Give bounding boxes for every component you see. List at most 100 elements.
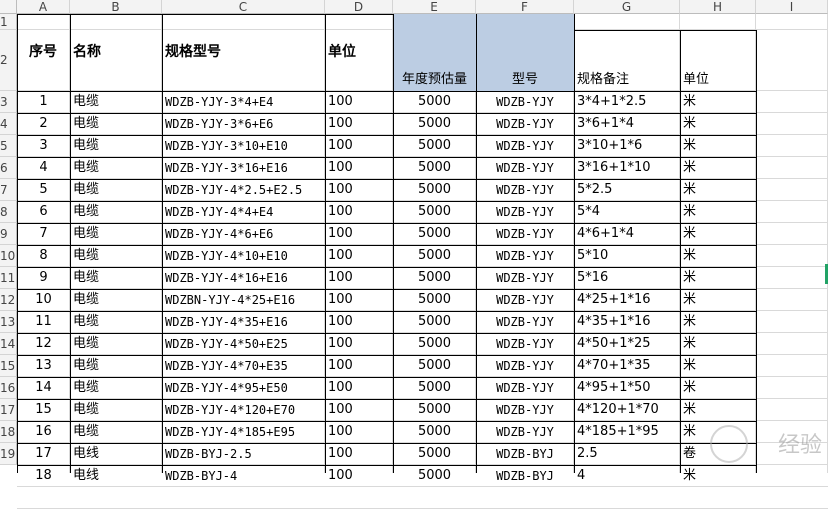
table-cell-seq[interactable]: 8 <box>17 245 70 267</box>
table-cell-model[interactable]: WDZB-BYJ <box>476 465 574 487</box>
spreadsheet-grid[interactable]: A B C D E F G H I 1 2 3 4 5 6 7 8 9 10 11 12 13 14 15 16 17 18 19 序号… <box>0 0 828 509</box>
header-spec-model[interactable]: 规格型号 <box>162 30 325 74</box>
table-cell-estimate[interactable]: 5000 <box>393 245 476 267</box>
row-header-12[interactable]: 12 <box>0 289 17 311</box>
table-cell-model[interactable]: WDZB-YJY <box>476 223 574 245</box>
row-header-3[interactable]: 3 <box>0 91 17 113</box>
table-cell-seq[interactable]: 17 <box>17 443 70 465</box>
table-cell-model[interactable]: WDZB-BYJ <box>476 443 574 465</box>
row-header-6[interactable]: 6 <box>0 157 17 179</box>
table-cell-qty[interactable]: 100 <box>325 443 393 465</box>
table-cell-name[interactable]: 电缆 <box>70 91 162 113</box>
table-cell-name[interactable]: 电缆 <box>70 311 162 333</box>
table-cell-qty[interactable]: 100 <box>325 91 393 113</box>
table-cell-spec[interactable]: WDZB-BYJ-4 <box>162 465 325 487</box>
table-cell-qty[interactable]: 100 <box>325 157 393 179</box>
column-header-f[interactable]: F <box>476 0 574 14</box>
column-header-c[interactable]: C <box>162 0 325 14</box>
table-cell-qty[interactable]: 100 <box>325 311 393 333</box>
table-cell-name[interactable]: 电缆 <box>70 179 162 201</box>
table-cell-model[interactable]: WDZB-YJY <box>476 311 574 333</box>
table-cell-seq[interactable]: 10 <box>17 289 70 311</box>
table-cell-estimate[interactable]: 5000 <box>393 333 476 355</box>
column-header-h[interactable]: H <box>680 0 756 14</box>
row-header-7[interactable]: 7 <box>0 179 17 201</box>
table-cell-seq[interactable]: 13 <box>17 355 70 377</box>
table-cell-model[interactable]: WDZB-YJY <box>476 333 574 355</box>
table-cell-model[interactable]: WDZB-YJY <box>476 355 574 377</box>
table-cell-qty[interactable]: 100 <box>325 399 393 421</box>
table-cell-seq[interactable]: 11 <box>17 311 70 333</box>
table-cell-seq[interactable]: 15 <box>17 399 70 421</box>
table-cell-seq[interactable]: 5 <box>17 179 70 201</box>
table-cell-spec[interactable]: WDZB-YJY-4*16+E16 <box>162 267 325 289</box>
table-cell-unit[interactable]: 米 <box>680 289 756 311</box>
header-model[interactable]: 型号 <box>476 70 574 90</box>
table-cell-unit[interactable]: 米 <box>680 135 756 157</box>
row-header-16[interactable]: 16 <box>0 377 17 399</box>
table-cell-name[interactable]: 电缆 <box>70 377 162 399</box>
row-header-13[interactable]: 13 <box>0 311 17 333</box>
row-header-9[interactable]: 9 <box>0 223 17 245</box>
table-cell-estimate[interactable]: 5000 <box>393 201 476 223</box>
table-cell-note[interactable]: 4 <box>574 465 680 487</box>
row-header-17[interactable]: 17 <box>0 399 17 421</box>
table-cell-spec[interactable]: WDZB-YJY-4*2.5+E2.5 <box>162 179 325 201</box>
column-header-i[interactable]: I <box>756 0 828 14</box>
table-cell-spec[interactable]: WDZB-YJY-4*6+E6 <box>162 223 325 245</box>
table-cell-estimate[interactable]: 5000 <box>393 157 476 179</box>
table-cell-note[interactable]: 4*25+1*16 <box>574 289 680 311</box>
table-cell-note[interactable]: 5*2.5 <box>574 179 680 201</box>
table-cell-model[interactable]: WDZB-YJY <box>476 399 574 421</box>
row-header-14[interactable]: 14 <box>0 333 17 355</box>
table-cell-note[interactable]: 4*185+1*95 <box>574 421 680 443</box>
table-cell-seq[interactable]: 7 <box>17 223 70 245</box>
table-cell-spec[interactable]: WDZB-YJY-3*4+E4 <box>162 91 325 113</box>
table-cell-spec[interactable]: WDZB-YJY-3*16+E16 <box>162 157 325 179</box>
table-cell-note[interactable]: 2.5 <box>574 443 680 465</box>
table-cell-qty[interactable]: 100 <box>325 355 393 377</box>
table-cell-name[interactable]: 电缆 <box>70 421 162 443</box>
table-cell-model[interactable]: WDZB-YJY <box>476 179 574 201</box>
row-header-4[interactable]: 4 <box>0 113 17 135</box>
row-header-10[interactable]: 10 <box>0 245 17 267</box>
table-cell-qty[interactable]: 100 <box>325 377 393 399</box>
table-cell-unit[interactable]: 米 <box>680 311 756 333</box>
table-cell-name[interactable]: 电缆 <box>70 113 162 135</box>
table-cell-note[interactable]: 5*16 <box>574 267 680 289</box>
table-cell-estimate[interactable]: 5000 <box>393 355 476 377</box>
table-cell-qty[interactable]: 100 <box>325 465 393 487</box>
table-cell-seq[interactable]: 2 <box>17 113 70 135</box>
table-cell-unit[interactable]: 米 <box>680 245 756 267</box>
table-cell-qty[interactable]: 100 <box>325 421 393 443</box>
table-cell-note[interactable]: 5*4 <box>574 201 680 223</box>
table-cell-unit[interactable]: 米 <box>680 91 756 113</box>
table-cell-seq[interactable]: 9 <box>17 267 70 289</box>
column-header-b[interactable]: B <box>70 0 162 14</box>
table-cell-spec[interactable]: WDZB-YJY-4*4+E4 <box>162 201 325 223</box>
table-cell-name[interactable]: 电缆 <box>70 245 162 267</box>
table-cell-qty[interactable]: 100 <box>325 201 393 223</box>
row-header-5[interactable]: 5 <box>0 135 17 157</box>
table-cell-name[interactable]: 电线 <box>70 465 162 487</box>
table-cell-spec[interactable]: WDZB-YJY-4*120+E70 <box>162 399 325 421</box>
table-cell-estimate[interactable]: 5000 <box>393 377 476 399</box>
table-cell-name[interactable]: 电缆 <box>70 201 162 223</box>
table-cell-name[interactable]: 电缆 <box>70 223 162 245</box>
row-header-19[interactable]: 19 <box>0 443 17 465</box>
table-cell-seq[interactable]: 16 <box>17 421 70 443</box>
table-cell-spec[interactable]: WDZB-YJY-4*70+E35 <box>162 355 325 377</box>
table-cell-name[interactable]: 电缆 <box>70 157 162 179</box>
table-cell-qty[interactable]: 100 <box>325 223 393 245</box>
table-cell-qty[interactable]: 100 <box>325 245 393 267</box>
table-cell-qty[interactable]: 100 <box>325 267 393 289</box>
table-cell-spec[interactable]: WDZB-YJY-3*6+E6 <box>162 113 325 135</box>
table-cell-unit[interactable]: 米 <box>680 267 756 289</box>
table-cell-unit[interactable]: 米 <box>680 201 756 223</box>
table-cell-estimate[interactable]: 5000 <box>393 91 476 113</box>
table-cell-unit[interactable]: 米 <box>680 377 756 399</box>
table-cell-note[interactable]: 3*10+1*6 <box>574 135 680 157</box>
select-all-corner[interactable] <box>0 0 17 14</box>
table-cell-note[interactable]: 3*4+1*2.5 <box>574 91 680 113</box>
table-cell-model[interactable]: WDZB-YJY <box>476 201 574 223</box>
